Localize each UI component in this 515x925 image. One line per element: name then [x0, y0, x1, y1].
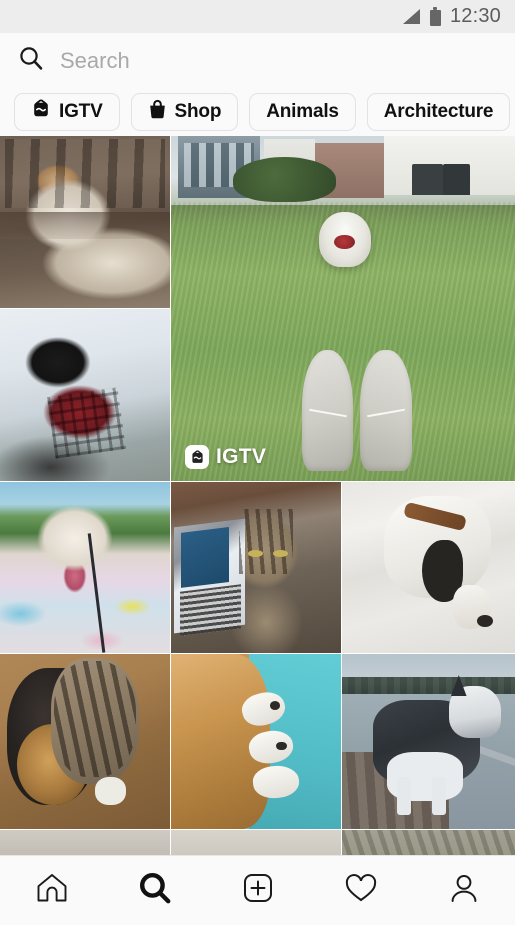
- status-bar: 12:30: [0, 0, 515, 33]
- plus-square-icon: [239, 869, 277, 912]
- search-bar[interactable]: Search: [0, 33, 515, 88]
- search-icon: [18, 45, 44, 76]
- grid-tile-pitbull[interactable]: [0, 482, 170, 653]
- explore-photo-grid: IGTV: [0, 136, 515, 878]
- igtv-icon: [31, 99, 51, 125]
- battery-icon: [429, 7, 441, 26]
- nav-item-create[interactable]: [223, 856, 293, 925]
- grid-tile-rabbit[interactable]: [0, 136, 170, 308]
- grid-tile-snow-dog[interactable]: [0, 309, 170, 481]
- search-icon: [136, 869, 174, 912]
- person-icon: [445, 869, 483, 912]
- chip-label: Shop: [174, 101, 222, 122]
- home-icon: [33, 869, 71, 912]
- nav-item-profile[interactable]: [429, 856, 499, 925]
- chip-shop[interactable]: Shop: [130, 93, 239, 131]
- chip-igtv[interactable]: IGTV: [14, 93, 120, 131]
- category-chip-row[interactable]: IGTV Shop Animals Architecture Science &: [0, 88, 515, 136]
- igtv-video-badge: IGTV: [185, 445, 266, 469]
- grid-tile-cat-cuddle[interactable]: [0, 654, 170, 829]
- grid-tile-husky[interactable]: [342, 654, 515, 829]
- status-bar-clock: 12:30: [449, 5, 501, 27]
- signal-triangle-icon: [401, 8, 421, 25]
- nav-item-search[interactable]: [120, 856, 190, 925]
- heart-icon: [342, 869, 380, 912]
- chip-architecture[interactable]: Architecture: [366, 93, 511, 131]
- grid-tile-igtv-video[interactable]: IGTV: [171, 136, 515, 481]
- grid-tile-dog-bed[interactable]: [342, 482, 515, 653]
- chip-label: Architecture: [383, 101, 494, 122]
- igtv-icon: [185, 445, 209, 469]
- shopping-bag-icon: [148, 99, 167, 125]
- instagram-explore-screen: 12:30 Search IGTV Shop Animals Architect…: [0, 0, 515, 925]
- grid-tile-dog-paws[interactable]: [171, 654, 341, 829]
- chip-label: IGTV: [59, 101, 103, 122]
- igtv-badge-label: IGTV: [216, 445, 267, 468]
- chip-animals[interactable]: Animals: [249, 93, 356, 131]
- search-input-placeholder[interactable]: Search: [60, 48, 130, 74]
- nav-item-activity[interactable]: [326, 856, 396, 925]
- chip-label: Animals: [266, 101, 339, 122]
- nav-item-home[interactable]: [17, 856, 87, 925]
- bottom-navigation-bar: [0, 855, 515, 925]
- grid-tile-cat-laptop[interactable]: [171, 482, 341, 653]
